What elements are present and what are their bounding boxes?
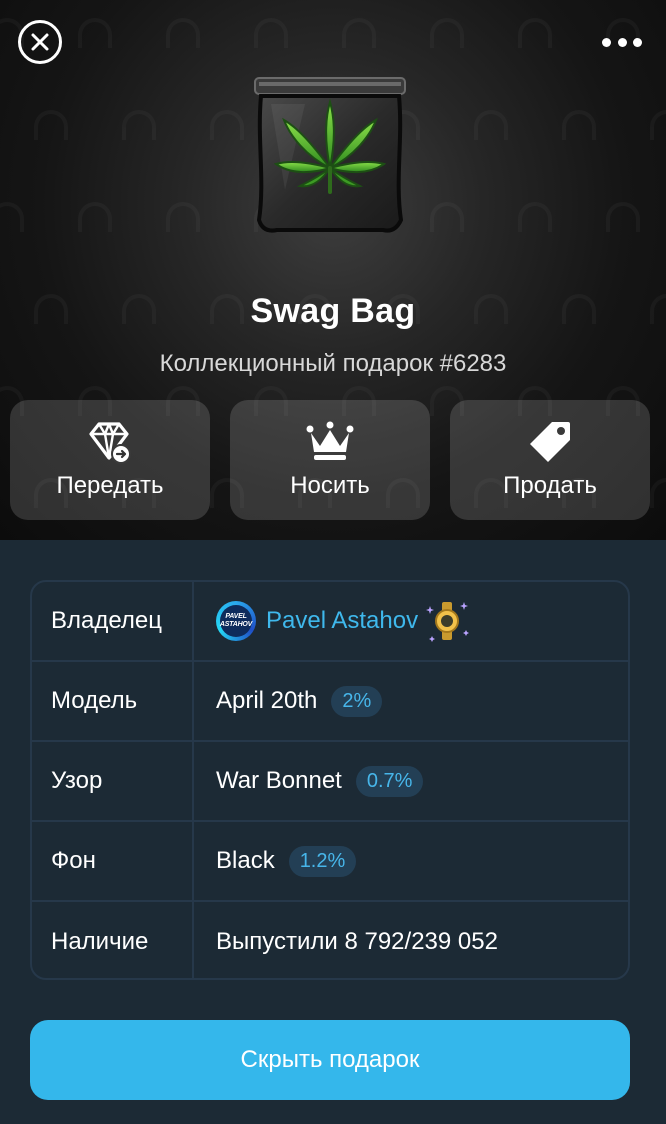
backdrop-key: Фон (32, 822, 194, 900)
pattern-motif (518, 18, 552, 48)
owner-key: Владелец (32, 582, 194, 660)
model-row: Модель April 20th 2% (32, 662, 628, 742)
model-key: Модель (32, 662, 194, 740)
pattern-motif (166, 202, 200, 232)
pattern-motif (210, 110, 244, 140)
gift-details-table: Владелец PAVEL ASTAHOV Pavel Astahov Мод… (30, 580, 630, 980)
pattern-motif (430, 202, 464, 232)
owner-row: Владелец PAVEL ASTAHOV Pavel Astahov (32, 582, 628, 662)
pattern-motif (78, 202, 112, 232)
crown-icon (306, 421, 354, 460)
close-icon (31, 33, 49, 51)
pattern-motif (0, 202, 24, 232)
pattern-motif (342, 18, 376, 48)
pattern-motif (166, 18, 200, 48)
pattern-motif (606, 202, 640, 232)
backdrop-rarity-badge[interactable]: 1.2% (288, 845, 357, 877)
price-tag-icon (530, 422, 570, 462)
pattern-motif (562, 110, 596, 140)
more-dot-icon (633, 37, 642, 47)
gift-title: Swag Bag (250, 292, 416, 330)
gift-subtitle: Коллекционный подарок #6283 (159, 350, 507, 377)
action-bar: Передать Носить Продать (10, 400, 650, 520)
pattern-motif (474, 110, 508, 140)
transfer-label: Передать (56, 472, 164, 499)
more-dot-icon (602, 37, 611, 47)
avatar[interactable]: PAVEL ASTAHOV (216, 601, 256, 641)
hide-gift-button[interactable]: Скрыть подарок (30, 1020, 630, 1100)
pattern-motif (430, 18, 464, 48)
transfer-button[interactable]: Передать (10, 400, 210, 520)
close-button[interactable] (18, 20, 62, 64)
pattern-value: War Bonnet (216, 767, 342, 794)
sell-label: Продать (503, 472, 597, 499)
availability-value: Выпустили 8 792/239 052 (216, 928, 498, 955)
more-options-button[interactable] (602, 30, 642, 54)
swag-bag-image (254, 77, 406, 233)
model-value: April 20th (216, 687, 318, 714)
availability-row: Наличие Выпустили 8 792/239 052 (32, 902, 628, 978)
pattern-row: Узор War Bonnet 0.7% (32, 742, 628, 822)
pattern-motif (78, 18, 112, 48)
gold-watch-status-icon (426, 602, 470, 642)
wear-label: Носить (290, 472, 370, 499)
pattern-motif (122, 110, 156, 140)
backdrop-value: Black (216, 847, 275, 874)
availability-key: Наличие (32, 902, 194, 978)
pattern-motif (650, 110, 666, 140)
more-dot-icon (617, 37, 627, 47)
pattern-rarity-badge[interactable]: 0.7% (355, 765, 424, 797)
owner-name-link[interactable]: Pavel Astahov (266, 607, 418, 635)
diamond-transfer-icon (89, 422, 131, 464)
gift-hero: Swag Bag Коллекционный подарок #6283 Пер… (0, 0, 666, 540)
sell-button[interactable]: Продать (450, 400, 650, 520)
pattern-motif (254, 18, 288, 48)
backdrop-row: Фон Black 1.2% (32, 822, 628, 902)
pattern-motif (34, 110, 68, 140)
pattern-motif (650, 478, 666, 508)
pattern-key: Узор (32, 742, 194, 820)
pattern-motif (518, 202, 552, 232)
model-rarity-badge[interactable]: 2% (331, 685, 383, 717)
wear-button[interactable]: Носить (230, 400, 430, 520)
